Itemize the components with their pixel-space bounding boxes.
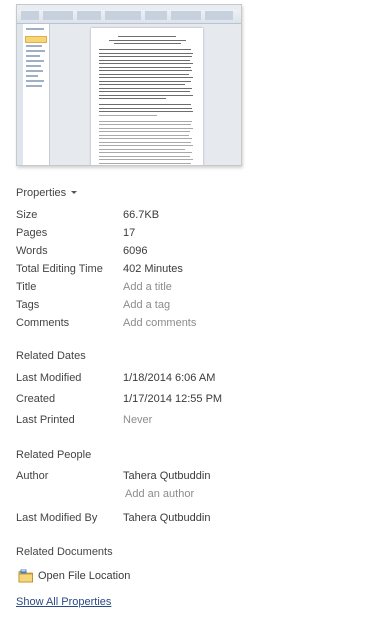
created-value: 1/17/2014 12:55 PM: [123, 393, 223, 405]
add-author-field[interactable]: Add an author: [125, 488, 194, 500]
tags-label: Tags: [16, 299, 40, 311]
title-field[interactable]: Add a title: [123, 281, 172, 293]
related-documents-header: Related Documents: [16, 546, 113, 558]
title-label: Title: [16, 281, 37, 293]
total-editing-time-value: 402 Minutes: [123, 263, 183, 275]
related-dates-header: Related Dates: [16, 350, 86, 362]
words-label: Words: [16, 245, 48, 257]
chevron-down-icon: [71, 190, 78, 194]
last-modified-by-label: Last Modified By: [16, 512, 98, 524]
total-editing-time-label: Total Editing Time: [16, 263, 103, 275]
last-printed-value: Never: [123, 414, 153, 426]
author-name[interactable]: Tahera Qutbuddin: [123, 470, 210, 482]
folder-icon: [18, 569, 33, 583]
size-value: 66.7KB: [123, 209, 160, 221]
comments-field[interactable]: Add comments: [123, 317, 196, 329]
document-preview-thumbnail[interactable]: [16, 4, 242, 166]
related-people-header: Related People: [16, 449, 92, 461]
last-modified-value: 1/18/2014 6:06 AM: [123, 372, 216, 384]
last-printed-label: Last Printed: [16, 414, 75, 426]
open-file-location-label: Open File Location: [38, 570, 131, 582]
thumbnail-ribbon: [17, 5, 241, 24]
properties-dropdown[interactable]: Properties: [16, 187, 78, 199]
thumbnail-navigation-pane: [23, 24, 50, 165]
pages-value: 17: [123, 227, 136, 239]
thumbnail-page: [91, 28, 203, 165]
properties-header: Properties: [16, 187, 67, 199]
words-value: 6096: [123, 245, 148, 257]
size-label: Size: [16, 209, 38, 221]
comments-label: Comments: [16, 317, 70, 329]
last-modified-by-name[interactable]: Tahera Qutbuddin: [123, 512, 210, 524]
tags-field[interactable]: Add a tag: [123, 299, 170, 311]
author-label: Author: [16, 470, 49, 482]
show-all-properties-link[interactable]: Show All Properties: [16, 596, 111, 608]
pages-label: Pages: [16, 227, 48, 239]
last-modified-label: Last Modified: [16, 372, 82, 384]
created-label: Created: [16, 393, 56, 405]
